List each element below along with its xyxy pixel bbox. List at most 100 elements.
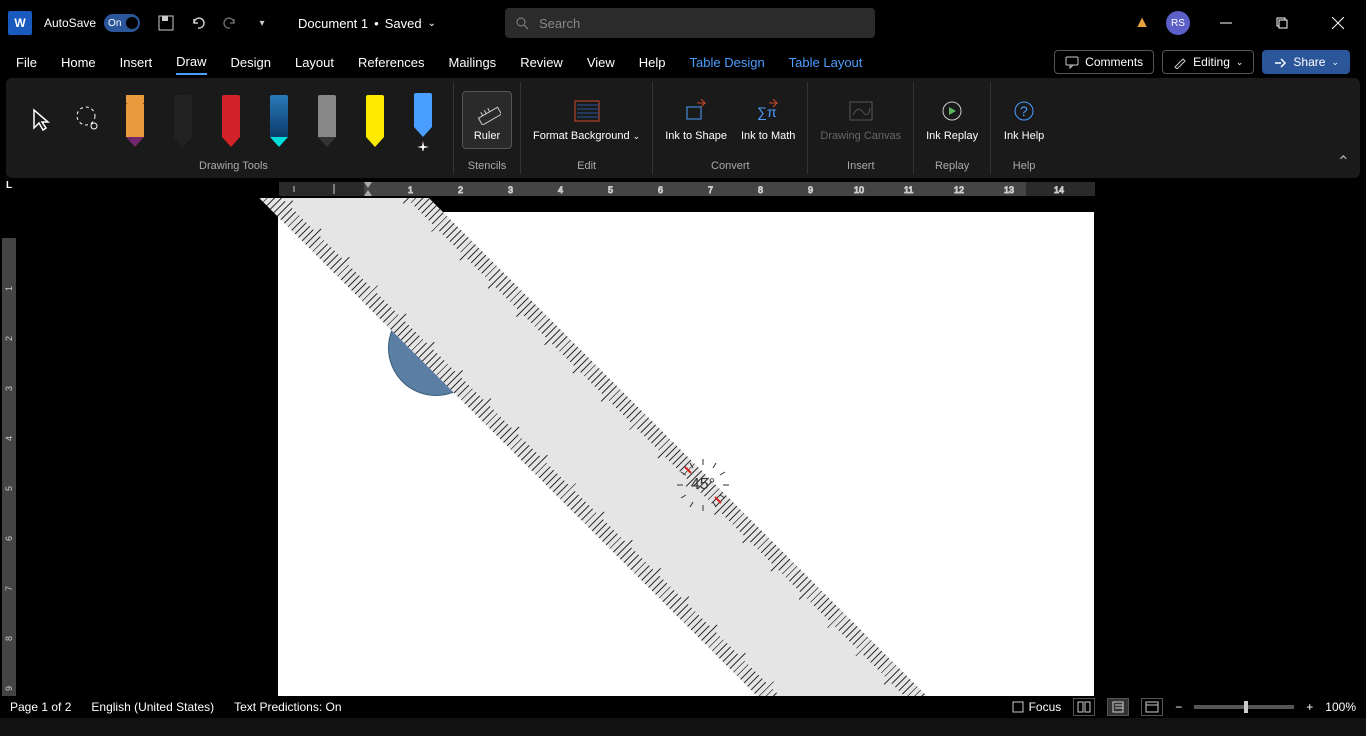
word-app-icon[interactable]: W — [8, 11, 32, 35]
tab-draw[interactable]: Draw — [176, 50, 206, 75]
svg-text:2: 2 — [458, 185, 463, 195]
save-icon[interactable] — [152, 9, 180, 37]
web-layout-icon[interactable] — [1141, 698, 1163, 716]
focus-mode[interactable]: Focus — [1011, 700, 1062, 714]
tab-view[interactable]: View — [587, 51, 615, 74]
maximize-button[interactable] — [1262, 8, 1302, 38]
language-indicator[interactable]: English (United States) — [91, 700, 214, 714]
toggle-switch[interactable]: On — [104, 14, 140, 32]
svg-text:4: 4 — [4, 436, 14, 441]
search-input[interactable]: Search — [505, 8, 875, 38]
status-bar: Page 1 of 2 English (United States) Text… — [0, 696, 1366, 718]
ribbon-content: Drawing Tools Ruler Stencils Format Back… — [6, 78, 1360, 178]
share-icon — [1273, 55, 1287, 69]
toggle-knob — [126, 17, 138, 29]
svg-text:8: 8 — [758, 185, 763, 195]
select-tool[interactable] — [22, 100, 62, 140]
ink-help-button[interactable]: ? Ink Help — [999, 92, 1049, 147]
svg-text:13: 13 — [1004, 185, 1014, 195]
share-button[interactable]: Share ⌄ — [1262, 50, 1350, 74]
collapse-ribbon-icon[interactable]: ⌃ — [1337, 152, 1350, 172]
undo-icon[interactable] — [184, 9, 212, 37]
highlighter-yellow[interactable] — [360, 93, 390, 147]
focus-icon — [1011, 700, 1025, 714]
help-icon: ? — [1011, 96, 1037, 126]
text-predictions[interactable]: Text Predictions: On — [234, 700, 341, 714]
action-pen-blue[interactable] — [408, 93, 438, 147]
vruler-scale: 1 2 3 4 5 6 7 8 9 — [0, 198, 18, 718]
tab-file[interactable]: File — [16, 51, 37, 74]
redo-icon[interactable] — [216, 9, 244, 37]
sparkle-icon — [417, 141, 429, 151]
tab-home[interactable]: Home — [61, 51, 96, 74]
svg-text:8: 8 — [4, 636, 14, 641]
svg-text:5: 5 — [608, 185, 613, 195]
svg-text:3: 3 — [4, 386, 14, 391]
tab-table-layout[interactable]: Table Layout — [789, 51, 863, 74]
warning-icon[interactable]: ▲ — [1134, 14, 1150, 32]
close-button[interactable] — [1318, 8, 1358, 38]
minimize-button[interactable] — [1206, 8, 1246, 38]
format-background-button[interactable]: Format Background ⌄ — [529, 92, 644, 147]
ink-math-icon: ∑π — [755, 96, 781, 126]
vertical-ruler[interactable]: 1 2 3 4 5 6 7 8 9 — [0, 198, 18, 718]
autosave-label: AutoSave — [44, 16, 96, 30]
page-indicator[interactable]: Page 1 of 2 — [10, 700, 71, 714]
zoom-level[interactable]: 100% — [1325, 700, 1356, 714]
group-label-stencils: Stencils — [462, 158, 512, 174]
ruler-icon — [473, 96, 501, 126]
autosave-toggle[interactable]: AutoSave On — [44, 14, 140, 32]
user-avatar[interactable]: RS — [1166, 11, 1190, 35]
svg-text:4: 4 — [558, 185, 563, 195]
ink-replay-button[interactable]: Ink Replay — [922, 92, 982, 147]
tab-marker-l: L — [6, 180, 12, 191]
horizontal-ruler[interactable]: L 1234 5678 9101112 1314 — [0, 180, 1366, 198]
svg-text:9: 9 — [808, 185, 813, 195]
group-label-edit: Edit — [529, 158, 644, 174]
tab-references[interactable]: References — [358, 51, 424, 74]
toggle-state: On — [108, 18, 121, 29]
print-layout-icon[interactable] — [1107, 698, 1129, 716]
ink-to-math-button[interactable]: ∑π Ink to Math — [737, 92, 799, 147]
tab-review[interactable]: Review — [520, 51, 563, 74]
group-label-convert: Convert — [661, 158, 799, 174]
pen-galaxy[interactable] — [264, 93, 294, 147]
ruler-ticks — [209, 198, 1352, 718]
pen-red[interactable] — [216, 93, 246, 147]
tab-mailings[interactable]: Mailings — [449, 51, 497, 74]
search-icon — [515, 16, 529, 30]
svg-text:6: 6 — [4, 536, 14, 541]
editing-mode-button[interactable]: Editing ⌄ — [1162, 50, 1254, 74]
comment-icon — [1065, 55, 1079, 69]
zoom-thumb[interactable] — [1244, 701, 1248, 713]
ruler-angle-indicator[interactable]: 45° — [673, 455, 733, 515]
zoom-slider[interactable] — [1194, 705, 1294, 709]
qat-dropdown-icon[interactable]: ▾ — [248, 9, 276, 37]
canvas-icon — [848, 96, 874, 126]
lasso-select-tool[interactable] — [68, 100, 108, 140]
pencil-gray[interactable] — [312, 93, 342, 147]
titlebar: W AutoSave On ▾ Document 1 • Saved ⌄ Sea… — [0, 0, 1366, 46]
tab-design[interactable]: Design — [231, 51, 271, 74]
page[interactable]: 45° — [278, 212, 1094, 718]
pen-black[interactable] — [168, 93, 198, 147]
group-label-replay: Replay — [922, 158, 982, 174]
tab-insert[interactable]: Insert — [120, 51, 153, 74]
document-canvas[interactable]: 45° — [18, 198, 1366, 718]
ink-to-shape-button[interactable]: Ink to Shape — [661, 92, 731, 147]
read-mode-icon[interactable] — [1073, 698, 1095, 716]
windows-taskbar[interactable] — [0, 718, 1366, 736]
zoom-out-button[interactable]: − — [1175, 700, 1182, 714]
tab-help[interactable]: Help — [639, 51, 666, 74]
tab-layout[interactable]: Layout — [295, 51, 334, 74]
angle-dial-icon — [673, 455, 733, 515]
tab-table-design[interactable]: Table Design — [690, 51, 765, 74]
pen-orange[interactable] — [120, 93, 150, 147]
pencil-icon — [1173, 55, 1187, 69]
svg-text:14: 14 — [1054, 185, 1064, 195]
ruler-button[interactable]: Ruler — [462, 91, 512, 148]
ruler-stencil[interactable] — [136, 198, 1352, 718]
document-title[interactable]: Document 1 • Saved ⌄ — [298, 16, 436, 31]
zoom-in-button[interactable]: + — [1306, 700, 1313, 714]
comments-button[interactable]: Comments — [1054, 50, 1154, 74]
